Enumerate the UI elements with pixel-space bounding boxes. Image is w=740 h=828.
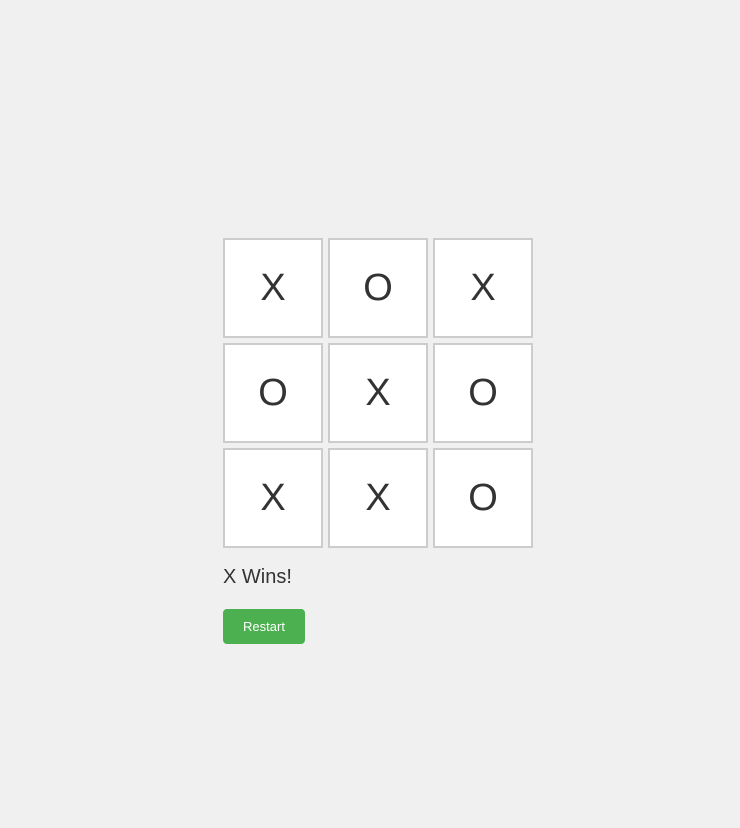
board-cell-7[interactable]: X: [223, 448, 323, 548]
game-status: X Wins!: [223, 566, 292, 588]
restart-button[interactable]: Restart: [223, 609, 305, 644]
board-cell-3[interactable]: X: [433, 238, 533, 338]
board-cell-5[interactable]: X: [328, 343, 428, 443]
board-cell-9[interactable]: O: [433, 448, 533, 548]
board-cell-8[interactable]: X: [328, 448, 428, 548]
board-cell-1[interactable]: X: [223, 238, 323, 338]
tic-tac-toe-game: X O X O X O X X O X Wins! Restart: [223, 238, 537, 644]
board-cell-4[interactable]: O: [223, 343, 323, 443]
board-cell-6[interactable]: O: [433, 343, 533, 443]
board-cell-2[interactable]: O: [328, 238, 428, 338]
game-board: X O X O X O X X O: [223, 238, 537, 548]
